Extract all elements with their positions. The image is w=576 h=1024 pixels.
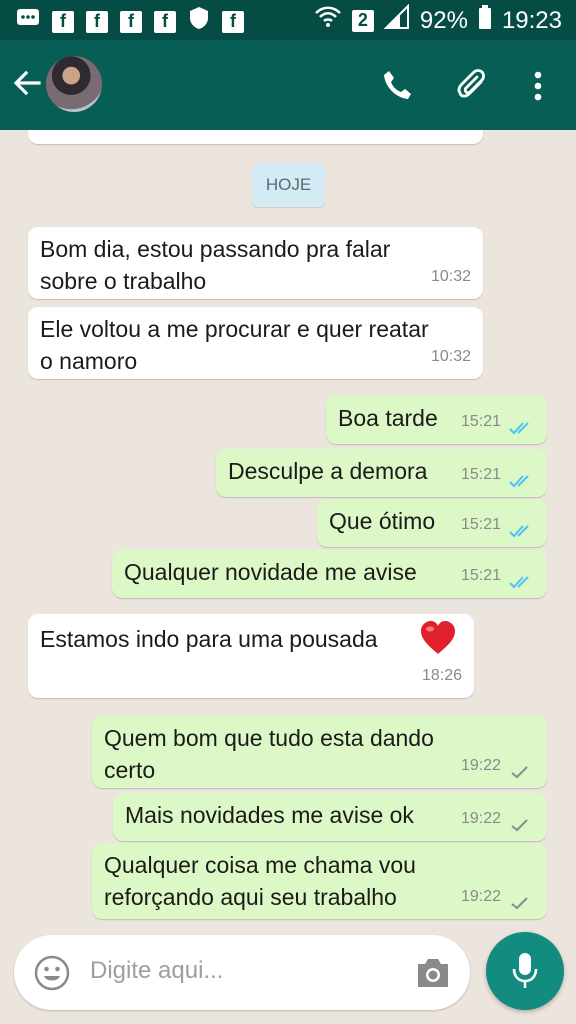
message-time: 15:21 [460, 413, 501, 430]
message-time: 19:22 [460, 757, 501, 774]
message-text: Estamos indo para uma pousada [40, 626, 378, 652]
message-text: Desculpe a demora [228, 458, 428, 484]
message-text: Mais novidades me avise ok [125, 802, 414, 828]
clock: 19:23 [501, 6, 562, 34]
facebook-icon: f [52, 10, 74, 33]
facebook-icon: f [120, 10, 142, 33]
chat-header [0, 40, 576, 130]
message-bubble-partial[interactable]: 18:54 [28, 130, 483, 144]
message-bubble-outgoing[interactable]: Boa tarde 15:21 [326, 396, 547, 444]
facebook-icon: f [154, 10, 176, 33]
battery-label: 92% [419, 6, 468, 34]
message-time: 19:22 [460, 888, 501, 905]
message-time: 15:21 [460, 567, 501, 584]
message-bubble-outgoing[interactable]: Desculpe a demora 15:21 [216, 449, 547, 497]
message-bubble-outgoing[interactable]: Quem bom que tudo esta dando certo 19:22 [92, 716, 547, 788]
signal-icon [383, 3, 410, 37]
read-receipt-icon [509, 475, 529, 488]
emoji-icon[interactable] [34, 955, 70, 996]
attachment-icon[interactable] [455, 68, 491, 104]
message-composer[interactable]: Digite aqui... [14, 935, 470, 1010]
message-time: 18:26 [421, 667, 462, 684]
shield-icon [188, 6, 210, 37]
message-time: 15:21 [460, 466, 501, 483]
camera-icon[interactable] [414, 955, 452, 996]
avatar[interactable] [46, 56, 102, 112]
date-chip: HOJE [252, 163, 325, 207]
facebook-icon: f [222, 10, 244, 33]
message-time: 10:32 [430, 268, 471, 285]
message-text: Ele voltou a me procurar e quer reatar o… [40, 316, 429, 374]
message-bubble-outgoing[interactable]: Que ótimo 15:21 [317, 499, 547, 547]
message-text: Qualquer coisa me chama vou reforçando a… [104, 852, 416, 910]
phone-icon[interactable] [380, 68, 416, 104]
message-bubble-incoming[interactable]: Bom dia, estou passando pra falar sobre … [28, 227, 483, 299]
message-bubble-outgoing[interactable]: Qualquer novidade me avise 15:21 [112, 550, 547, 598]
message-list[interactable]: 18:54 HOJE Bom dia, estou passando pra f… [0, 130, 576, 930]
read-receipt-icon [509, 576, 529, 589]
battery-icon [478, 4, 492, 37]
delivered-receipt-icon [511, 819, 528, 832]
message-bubble-outgoing[interactable]: Qualquer coisa me chama vou reforçando a… [92, 843, 547, 919]
sim-badge: 2 [351, 9, 374, 32]
heart-icon [419, 620, 457, 664]
message-bubble-outgoing[interactable]: Mais novidades me avise ok 19:22 [113, 793, 547, 841]
delivered-receipt-icon [511, 766, 528, 779]
more-options-icon[interactable] [528, 68, 564, 104]
message-text: Quem bom que tudo esta dando certo [104, 725, 434, 783]
read-receipt-icon [509, 525, 529, 538]
back-icon[interactable] [12, 68, 42, 104]
message-text: Bom dia, estou passando pra falar sobre … [40, 236, 391, 294]
message-text: Que ótimo [329, 508, 436, 534]
read-receipt-icon [509, 422, 529, 435]
status-bar: f f f f f 2 92% 19:23 [0, 0, 576, 40]
mic-button[interactable] [486, 932, 564, 1010]
message-time: 19:22 [460, 810, 501, 827]
message-bubble-incoming[interactable]: Estamos indo para uma pousada 18:26 [28, 614, 474, 698]
facebook-icon: f [86, 10, 108, 33]
message-text: Boa tarde [338, 405, 438, 431]
mic-icon [511, 951, 539, 996]
message-input[interactable]: Digite aqui... [90, 957, 223, 985]
message-bubble-incoming[interactable]: Ele voltou a me procurar e quer reatar o… [28, 307, 483, 379]
delivered-receipt-icon [511, 897, 528, 910]
message-time: 15:21 [460, 516, 501, 533]
message-time: 10:32 [430, 348, 471, 365]
message-time: 18:54 [431, 130, 471, 140]
wifi-icon [314, 5, 342, 36]
message-icon [16, 7, 40, 36]
message-text: Qualquer novidade me avise [124, 559, 417, 585]
